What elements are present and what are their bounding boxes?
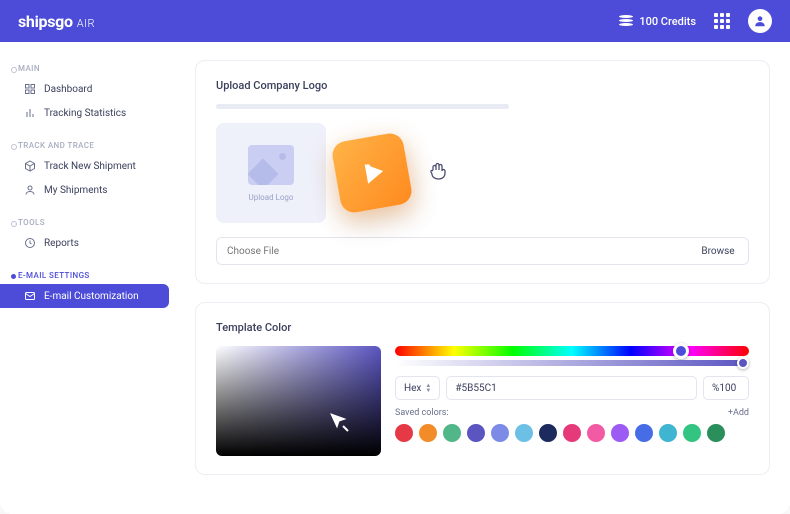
browse-button[interactable]: Browse — [688, 238, 748, 264]
dashboard-icon — [24, 83, 36, 95]
dragged-logo-preview[interactable] — [330, 131, 413, 214]
upload-progress — [216, 104, 509, 109]
color-swatch[interactable] — [563, 424, 581, 442]
nav-label: E-mail Customization — [44, 291, 139, 302]
nav-group-main: MAIN — [0, 58, 175, 77]
header: shipsgo AIR 100 Credits — [0, 0, 790, 42]
color-swatch[interactable] — [467, 424, 485, 442]
mail-icon — [24, 290, 36, 302]
chevron-updown-icon: ▲▼ — [425, 383, 431, 393]
format-select[interactable]: Hex ▲▼ — [395, 376, 440, 400]
color-swatch[interactable] — [539, 424, 557, 442]
hex-input[interactable]: #5B55C1 — [446, 376, 697, 400]
color-swatch[interactable] — [587, 424, 605, 442]
brand: shipsgo AIR — [18, 12, 95, 31]
color-swatch[interactable] — [443, 424, 461, 442]
header-right: 100 Credits — [619, 9, 772, 33]
avatar-icon[interactable] — [748, 9, 772, 33]
apps-grid-icon[interactable] — [714, 13, 730, 29]
sidebar-item-track-new[interactable]: Track New Shipment — [0, 154, 175, 178]
sidebar: MAIN Dashboard Tracking Statistics TRACK… — [0, 42, 175, 514]
color-card: Template Color Hex ▲▼ #5B55C1 — [195, 302, 770, 475]
main-content: Upload Company Logo Upload Logo Browse — [175, 42, 790, 514]
color-swatch[interactable] — [419, 424, 437, 442]
color-swatch[interactable] — [491, 424, 509, 442]
nav-label: Tracking Statistics — [44, 108, 126, 119]
nav-label: My Shipments — [44, 185, 107, 196]
swatch-list — [395, 424, 749, 442]
hue-handle[interactable] — [673, 343, 689, 359]
hue-slider[interactable] — [395, 346, 749, 356]
sidebar-item-tracking-stats[interactable]: Tracking Statistics — [0, 101, 175, 125]
nav-group-email: E-MAIL SETTINGS — [0, 265, 175, 284]
brand-sub: AIR — [77, 17, 95, 30]
credits[interactable]: 100 Credits — [619, 15, 696, 28]
nav-group-track: TRACK AND TRACE — [0, 135, 175, 154]
image-placeholder-icon — [248, 145, 294, 185]
upload-title: Upload Company Logo — [216, 79, 749, 92]
coins-icon — [619, 15, 633, 27]
upload-card: Upload Company Logo Upload Logo Browse — [195, 60, 770, 284]
package-icon — [24, 160, 36, 172]
color-swatch[interactable] — [635, 424, 653, 442]
nav-group-tools: TOOLS — [0, 212, 175, 231]
upload-dropzone[interactable]: Upload Logo — [216, 123, 326, 223]
user-icon — [24, 184, 36, 196]
color-swatch[interactable] — [659, 424, 677, 442]
file-chooser: Browse — [216, 237, 749, 265]
alpha-slider[interactable] — [395, 360, 749, 366]
color-title: Template Color — [216, 321, 749, 334]
color-swatch[interactable] — [707, 424, 725, 442]
upload-box-label: Upload Logo — [249, 193, 294, 202]
nav-label: Dashboard — [44, 84, 92, 95]
brand-main: shipsgo — [18, 12, 73, 31]
alpha-handle[interactable] — [737, 357, 749, 369]
color-swatch[interactable] — [683, 424, 701, 442]
opacity-input[interactable]: %100 — [703, 376, 749, 400]
file-input[interactable] — [217, 238, 688, 264]
nav-label: Track New Shipment — [44, 161, 136, 172]
sidebar-item-dashboard[interactable]: Dashboard — [0, 77, 175, 101]
color-gradient-picker[interactable] — [216, 346, 381, 456]
nav-label: Reports — [44, 238, 79, 249]
saved-colors-label: Saved colors: — [395, 408, 449, 418]
color-swatch[interactable] — [515, 424, 533, 442]
format-value: Hex — [404, 383, 421, 394]
color-swatch[interactable] — [395, 424, 413, 442]
sidebar-item-email-custom[interactable]: E-mail Customization — [0, 284, 169, 308]
credits-label: 100 Credits — [639, 15, 696, 28]
sidebar-item-my-shipments[interactable]: My Shipments — [0, 178, 175, 202]
clock-icon — [24, 237, 36, 249]
grab-cursor-icon — [426, 159, 450, 187]
sidebar-item-reports[interactable]: Reports — [0, 231, 175, 255]
color-swatch[interactable] — [611, 424, 629, 442]
cursor-click-icon — [327, 410, 351, 438]
stats-icon — [24, 107, 36, 119]
add-color-button[interactable]: +Add — [728, 408, 749, 418]
